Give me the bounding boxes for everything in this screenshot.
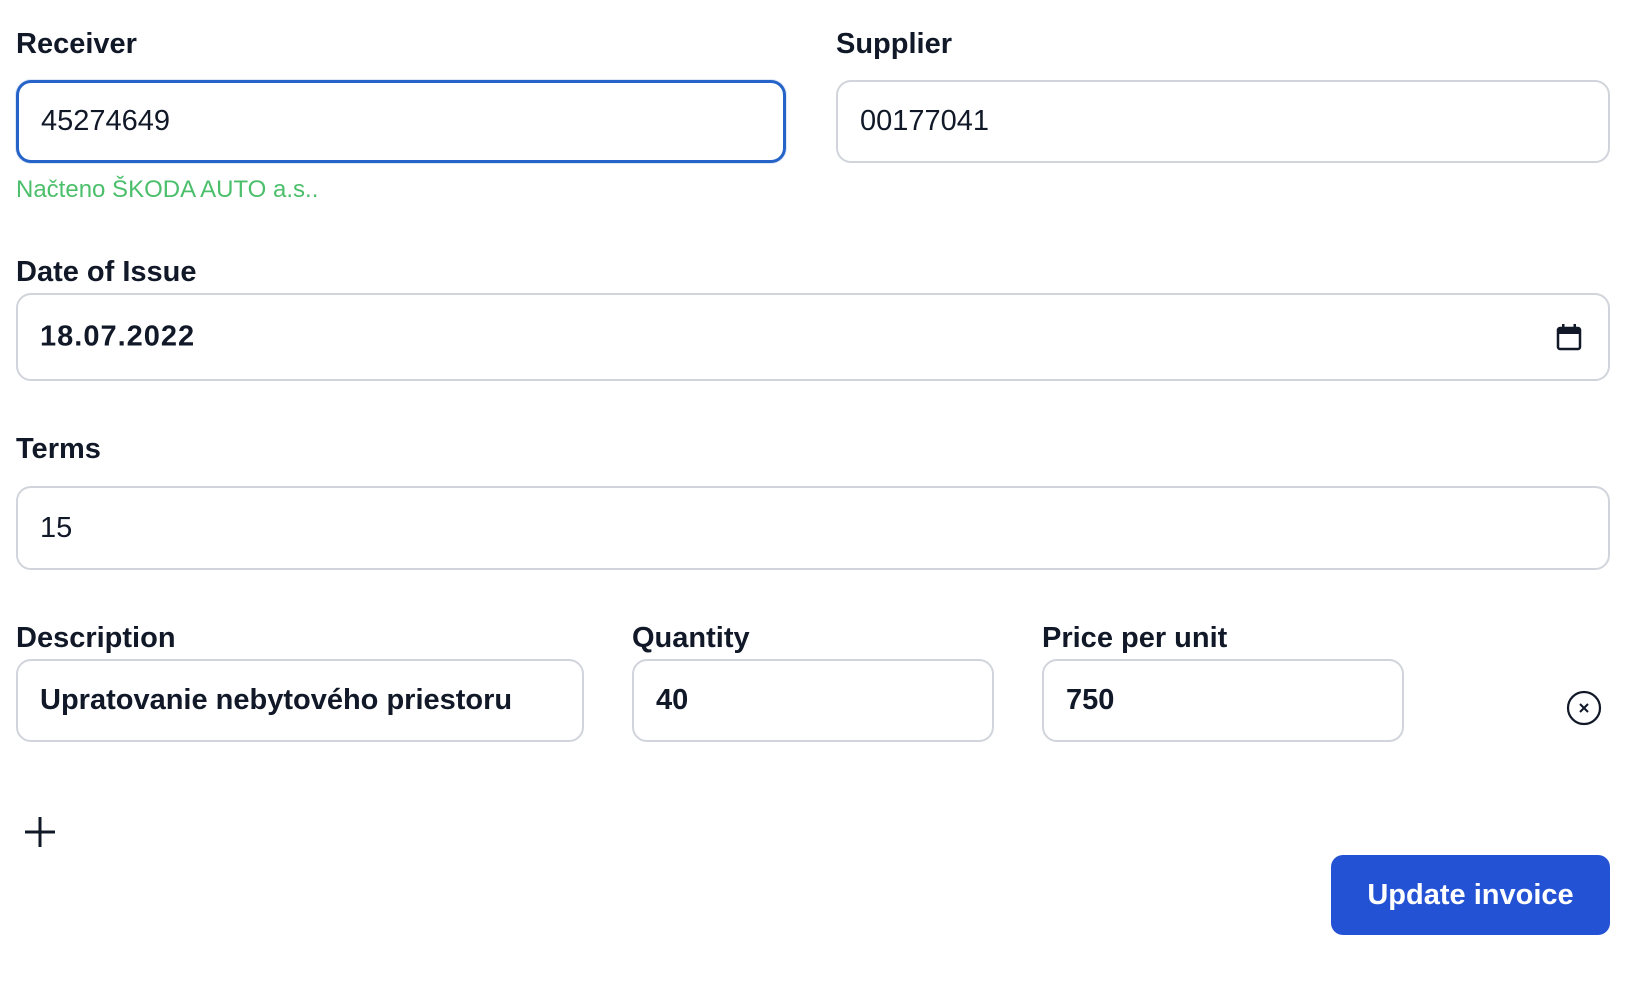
receiver-lookup-hint: Načteno ŠKODA AUTO a.s.. [16,176,319,203]
plus-icon[interactable] [22,814,58,850]
invoice-form: Receiver Načteno ŠKODA AUTO a.s.. Suppli… [0,0,1630,1002]
terms-input[interactable] [16,486,1610,570]
description-label: Description [16,622,176,654]
supplier-input[interactable] [836,80,1610,163]
terms-label: Terms [16,433,101,465]
quantity-input[interactable] [632,659,994,742]
price-per-unit-input[interactable] [1042,659,1404,742]
price-per-unit-label: Price per unit [1042,622,1228,654]
description-input[interactable] [16,659,584,742]
update-invoice-button[interactable]: Update invoice [1331,855,1610,935]
receiver-input[interactable] [16,80,786,163]
supplier-label: Supplier [836,28,953,60]
calendar-icon[interactable] [1556,323,1582,351]
quantity-label: Quantity [632,622,750,654]
date-of-issue-value: 18.07.2022 [40,320,196,353]
date-of-issue-label: Date of Issue [16,256,197,288]
receiver-label: Receiver [16,28,137,60]
date-of-issue-input[interactable]: 18.07.2022 [16,293,1610,381]
close-circle-icon[interactable] [1566,690,1602,726]
